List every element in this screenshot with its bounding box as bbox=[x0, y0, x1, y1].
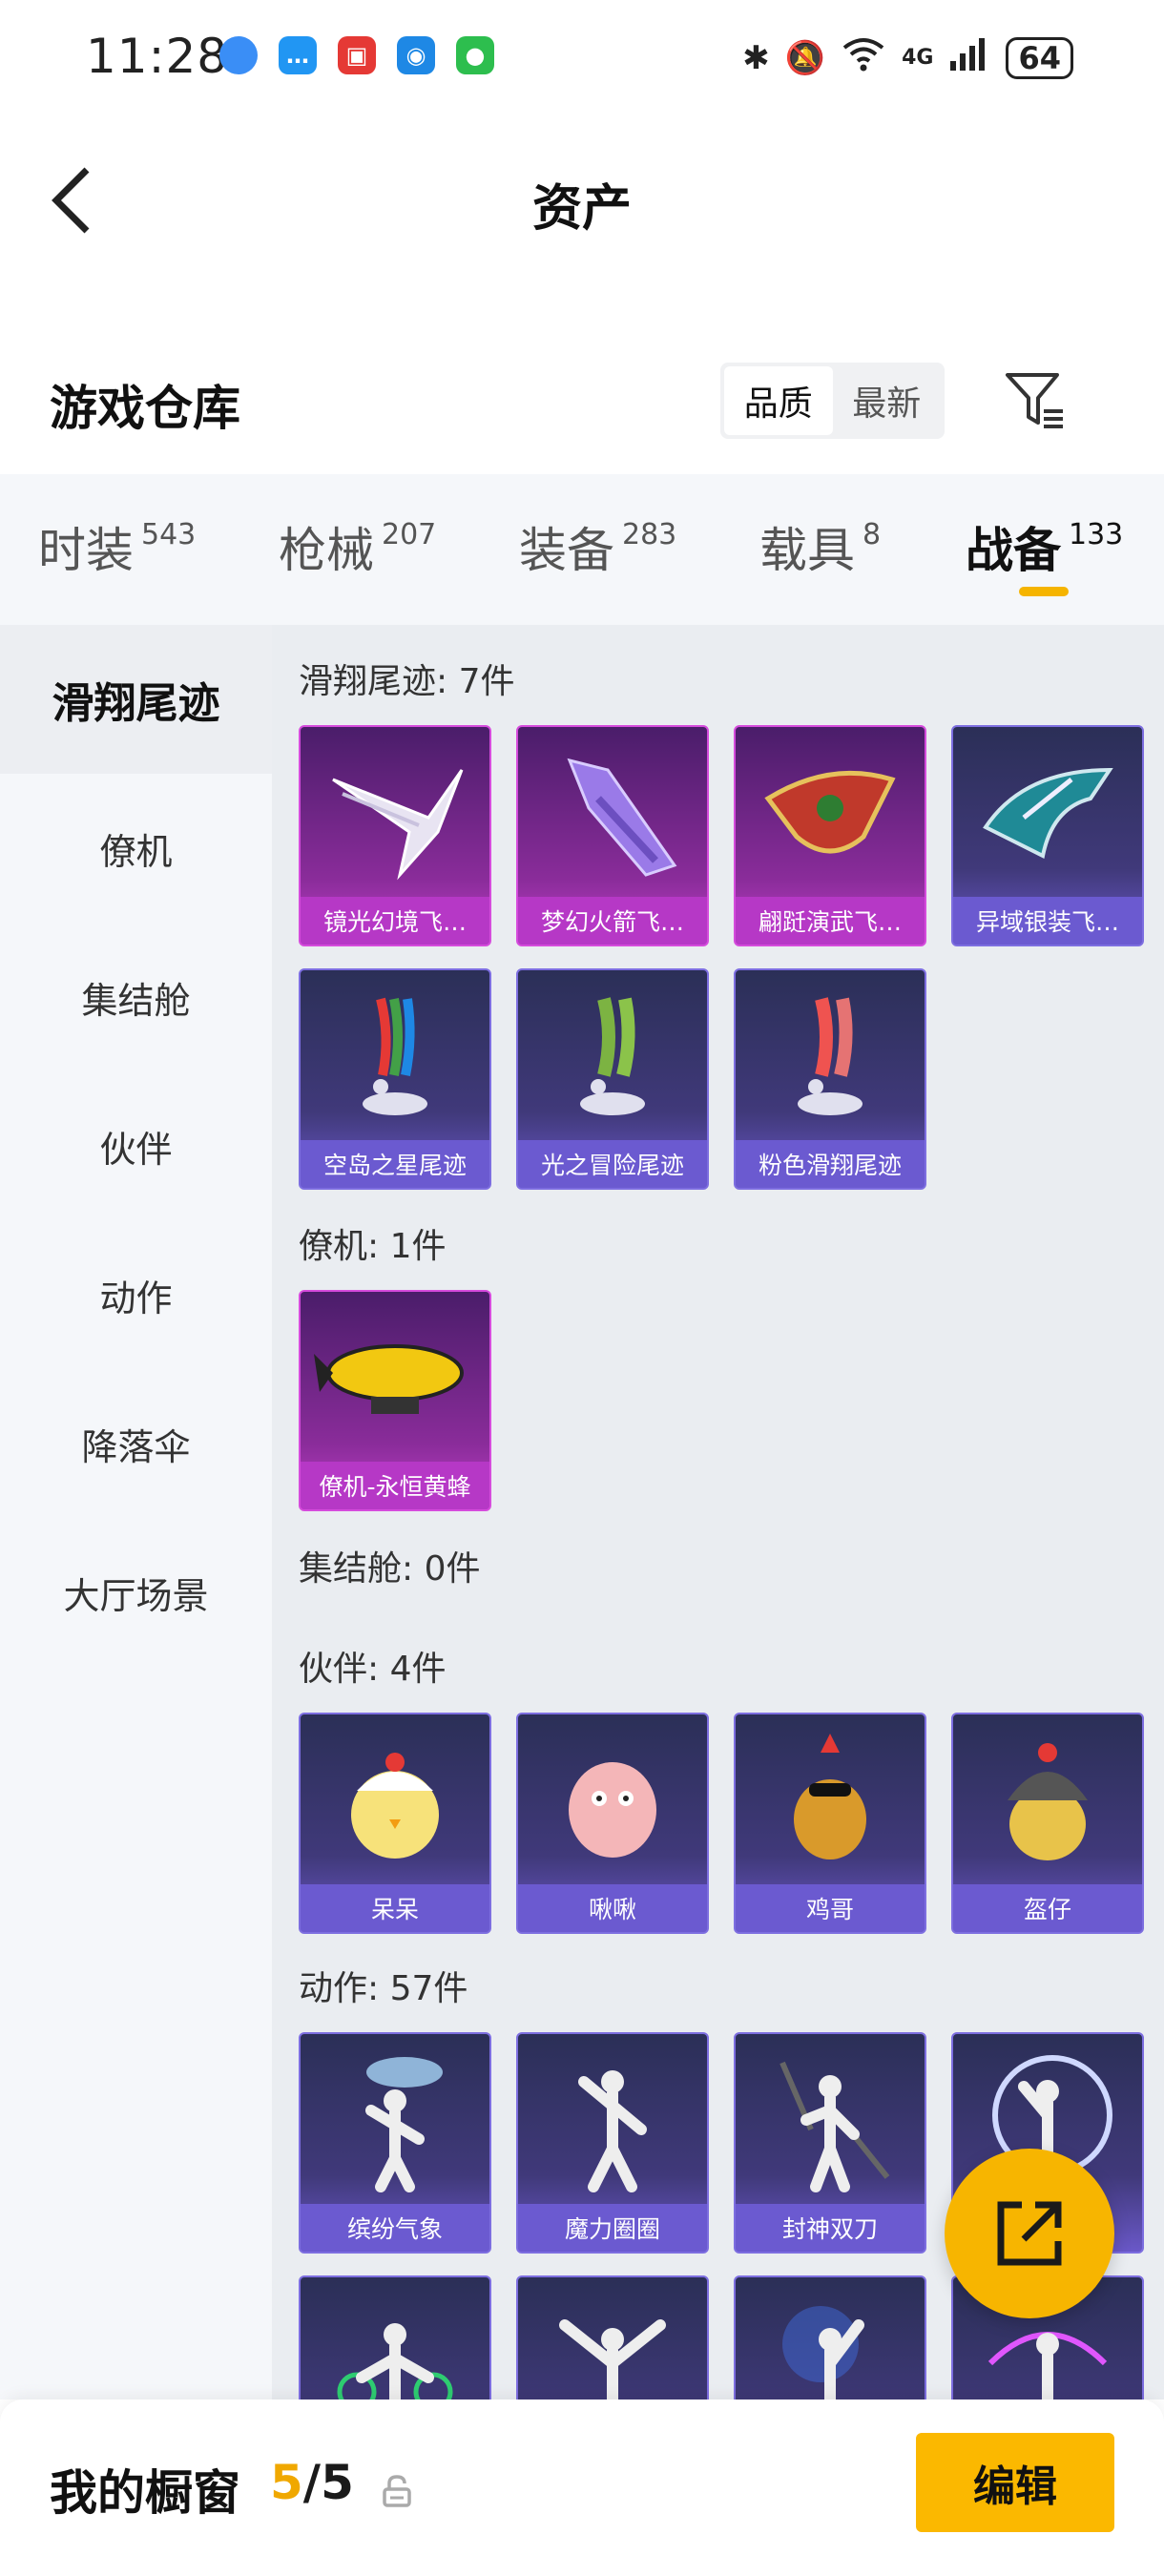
lock-icon bbox=[382, 2474, 412, 2512]
item-card[interactable]: 粉色滑翔尾迹 bbox=[734, 968, 926, 1190]
dancer-circle-icon bbox=[518, 2034, 707, 2206]
sort-quality-button[interactable]: 品质 bbox=[724, 366, 833, 435]
page-title: 资产 bbox=[531, 180, 632, 238]
airship-icon bbox=[301, 1292, 489, 1464]
subnav-item-companion[interactable]: 伙伴 bbox=[0, 1071, 272, 1220]
subnav-item-parachute[interactable]: 降落伞 bbox=[0, 1369, 272, 1518]
item-card[interactable]: 梦幻火箭飞… bbox=[516, 725, 709, 946]
rocket-glider-icon bbox=[518, 727, 707, 899]
dancer-money-icon bbox=[301, 2277, 489, 2399]
item-card[interactable]: 啾啾 bbox=[516, 1713, 709, 1934]
dancer-arms-up-icon bbox=[518, 2277, 707, 2399]
signal-icon bbox=[948, 34, 990, 81]
subnav-item-emote[interactable]: 动作 bbox=[0, 1220, 272, 1369]
item-card[interactable] bbox=[299, 2275, 491, 2399]
pink-bird-icon bbox=[518, 1714, 707, 1886]
dancer-spotlight-icon bbox=[736, 2277, 925, 2399]
helmet-chick-icon bbox=[953, 1714, 1142, 1886]
tab-vehicles[interactable]: 载具 8 bbox=[759, 512, 881, 581]
sort-toggle: 品质 最新 bbox=[720, 363, 945, 439]
browser-icon bbox=[219, 36, 258, 74]
item-card[interactable] bbox=[516, 2275, 709, 2399]
share-button[interactable] bbox=[945, 2149, 1114, 2318]
item-card[interactable]: 镜光幻境飞… bbox=[299, 725, 491, 946]
rooster-icon bbox=[736, 1714, 925, 1886]
item-card[interactable]: 封神双刀 bbox=[734, 2032, 926, 2254]
wifi-icon bbox=[841, 34, 886, 81]
item-card[interactable]: 魔力圈圈 bbox=[516, 2032, 709, 2254]
showcase-label: 我的橱窗 bbox=[50, 2465, 240, 2521]
pink-trail-icon bbox=[736, 970, 925, 1142]
tab-fashion[interactable]: 时装 543 bbox=[38, 512, 196, 581]
filter-icon bbox=[1006, 373, 1063, 428]
chick-icon bbox=[301, 1714, 489, 1886]
notification-icons: … ▣ ◉ ● bbox=[219, 36, 494, 74]
item-card[interactable]: 盔仔 bbox=[951, 1713, 1144, 1934]
item-card[interactable]: 鸡哥 bbox=[734, 1713, 926, 1934]
subnav-item-rally-pod[interactable]: 集结舱 bbox=[0, 923, 272, 1071]
rainbow-trail-icon bbox=[301, 970, 489, 1142]
subnav-item-glide-trail[interactable]: 滑翔尾迹 bbox=[0, 625, 272, 774]
message-icon: … bbox=[279, 36, 317, 74]
tab-equipment[interactable]: 装备 283 bbox=[519, 512, 676, 581]
sort-newest-button[interactable]: 最新 bbox=[833, 366, 942, 435]
filter-button[interactable] bbox=[997, 363, 1073, 439]
news-icon: ▣ bbox=[338, 36, 376, 74]
share-icon bbox=[997, 2201, 1062, 2266]
item-card[interactable]: 呆呆 bbox=[299, 1713, 491, 1934]
wings-icon bbox=[301, 727, 489, 899]
mute-icon: 🔕 bbox=[784, 38, 826, 77]
martial-glider-icon bbox=[736, 727, 925, 899]
group-title-emote: 动作: 57件 bbox=[299, 1969, 468, 2008]
group-title-rally-pod: 集结舱: 0件 bbox=[299, 1549, 481, 1589]
status-bar: 11:28 … ▣ ◉ ● ✱ 🔕 4G 64 bbox=[0, 0, 1164, 114]
battery-indicator: 64 bbox=[1006, 36, 1073, 79]
item-card[interactable]: 异域银装飞… bbox=[951, 725, 1144, 946]
tab-guns[interactable]: 枪械 207 bbox=[279, 512, 436, 581]
group-title-wingman: 僚机: 1件 bbox=[299, 1227, 447, 1266]
item-card[interactable]: 僚机-永恒黄蜂 bbox=[299, 1290, 491, 1511]
category-tabs: 时装 543 枪械 207 装备 283 载具 8 战备 133 bbox=[0, 474, 1164, 625]
tab-readiness[interactable]: 战备 133 bbox=[966, 512, 1123, 581]
green-trail-icon bbox=[518, 970, 707, 1142]
dancer-weather-icon bbox=[301, 2034, 489, 2206]
item-card[interactable]: 光之冒险尾迹 bbox=[516, 968, 709, 1190]
network-label: 4G bbox=[902, 46, 934, 70]
item-card[interactable] bbox=[734, 2275, 926, 2399]
wechat-icon: ● bbox=[456, 36, 494, 74]
active-tab-indicator bbox=[1019, 587, 1069, 596]
item-card[interactable]: 缤纷气象 bbox=[299, 2032, 491, 2254]
showcase-count: 5/5 bbox=[270, 2455, 354, 2510]
bluetooth-icon: ✱ bbox=[742, 38, 770, 77]
group-title-companion: 伙伴: 4件 bbox=[299, 1650, 447, 1689]
item-grid-panel: 滑翔尾迹: 7件 镜光幻境飞… 梦幻火箭飞… 翩跹演武飞… 异域银装飞… 空岛之… bbox=[272, 625, 1164, 2399]
silver-glider-icon bbox=[953, 727, 1142, 899]
edit-button[interactable]: 编辑 bbox=[916, 2433, 1114, 2532]
item-card[interactable]: 空岛之星尾迹 bbox=[299, 968, 491, 1190]
subnav-item-lobby-scene[interactable]: 大厅场景 bbox=[0, 1518, 272, 1667]
status-time: 11:28 bbox=[86, 29, 229, 84]
status-indicators: ✱ 🔕 4G 64 bbox=[742, 34, 1073, 81]
showcase-bar: 我的橱窗 5/5 编辑 bbox=[0, 2399, 1164, 2576]
item-card[interactable]: 翩跹演武飞… bbox=[734, 725, 926, 946]
subcategory-sidebar: 滑翔尾迹 僚机 集结舱 伙伴 动作 降落伞 大厅场景 bbox=[0, 625, 272, 2399]
dancer-blades-icon bbox=[736, 2034, 925, 2206]
subnav-item-wingman[interactable]: 僚机 bbox=[0, 774, 272, 923]
group-title-glide-trail: 滑翔尾迹: 7件 bbox=[299, 662, 515, 701]
warehouse-title: 游戏仓库 bbox=[50, 381, 240, 436]
bulb-icon: ◉ bbox=[397, 36, 435, 74]
